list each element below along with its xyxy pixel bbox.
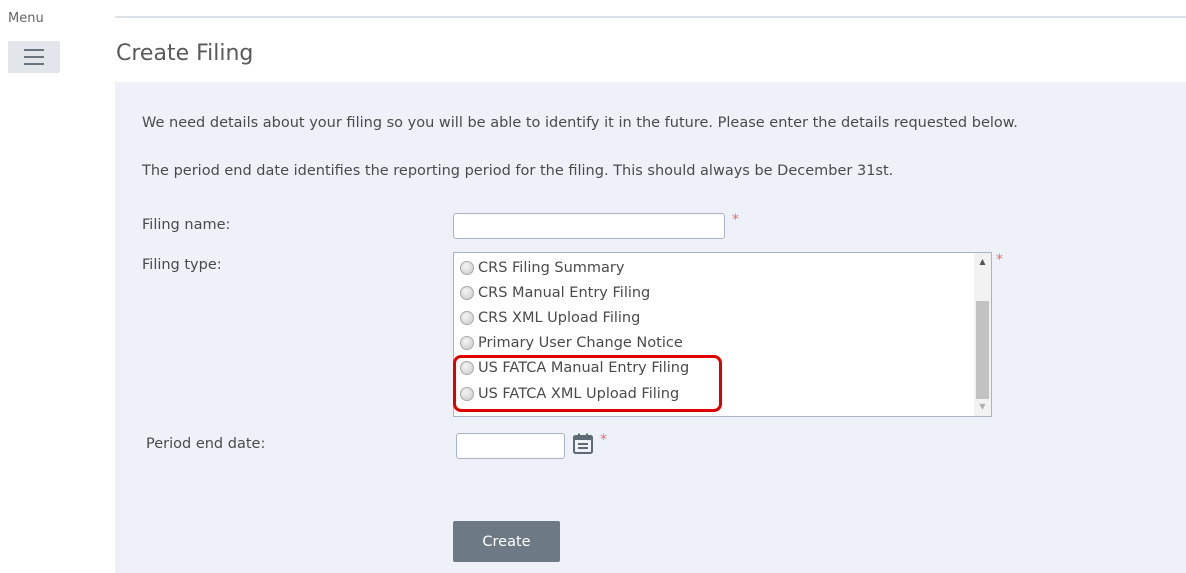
menu-label: Menu [8,11,44,26]
filing-type-required-mark: * [996,252,1003,268]
arrow-up-icon[interactable]: ▲ [974,255,991,269]
filing-type-list[interactable]: CRS Filing Summary CRS Manual Entry Fili… [453,252,992,417]
filing-name-required-mark: * [732,212,739,228]
arrow-down-icon[interactable]: ▼ [974,400,991,414]
hamburger-icon-bar-2 [24,56,44,58]
filing-type-label: Filing type: [142,257,222,273]
period-end-required-mark: * [600,432,607,448]
radio-icon[interactable] [460,286,474,300]
filing-type-option[interactable]: CRS Manual Entry Filing [460,285,650,301]
period-end-date-input[interactable] [456,433,565,459]
filing-type-option[interactable]: CRS XML Upload Filing [460,310,640,326]
radio-icon[interactable] [460,336,474,350]
header-divider [115,16,1186,18]
filing-type-option-label: US FATCA XML Upload Filing [478,386,680,402]
filing-type-option-label: CRS XML Upload Filing [478,310,641,326]
create-button[interactable]: Create [453,521,560,562]
filing-type-option-label: CRS Manual Entry Filing [478,285,651,301]
create-filing-form-panel: We need details about your filing so you… [115,82,1186,573]
page-title: Create Filing [116,41,254,66]
radio-icon[interactable] [460,261,474,275]
scrollbar-thumb[interactable] [976,301,989,399]
filing-type-option-label: CRS Filing Summary [478,260,625,276]
filing-name-label: Filing name: [142,217,231,233]
filing-type-options: CRS Filing Summary CRS Manual Entry Fili… [454,253,974,416]
filing-type-option[interactable]: US FATCA Manual Entry Filing [460,360,689,376]
filing-type-option[interactable]: Primary User Change Notice [460,335,683,351]
intro-text-1: We need details about your filing so you… [142,115,1018,131]
filing-type-option[interactable]: US FATCA XML Upload Filing [460,386,679,402]
radio-icon[interactable] [460,311,474,325]
hamburger-icon-bar-3 [24,63,44,65]
filing-type-scrollbar[interactable]: ▲ ▼ [974,253,991,416]
menu-button[interactable] [8,41,60,73]
filing-type-option[interactable]: CRS Filing Summary [460,260,624,276]
period-end-date-label: Period end date: [146,436,266,452]
filing-name-input[interactable] [453,213,725,239]
filing-type-option-label: US FATCA Manual Entry Filing [478,360,690,376]
calendar-icon[interactable] [571,432,595,456]
intro-text-2: The period end date identifies the repor… [142,163,894,179]
hamburger-icon-bar-1 [24,49,44,51]
page: Menu Create Filing We need details about… [0,0,1186,573]
filing-type-option-label: Primary User Change Notice [478,335,683,351]
radio-icon[interactable] [460,361,474,375]
radio-icon[interactable] [460,387,474,401]
